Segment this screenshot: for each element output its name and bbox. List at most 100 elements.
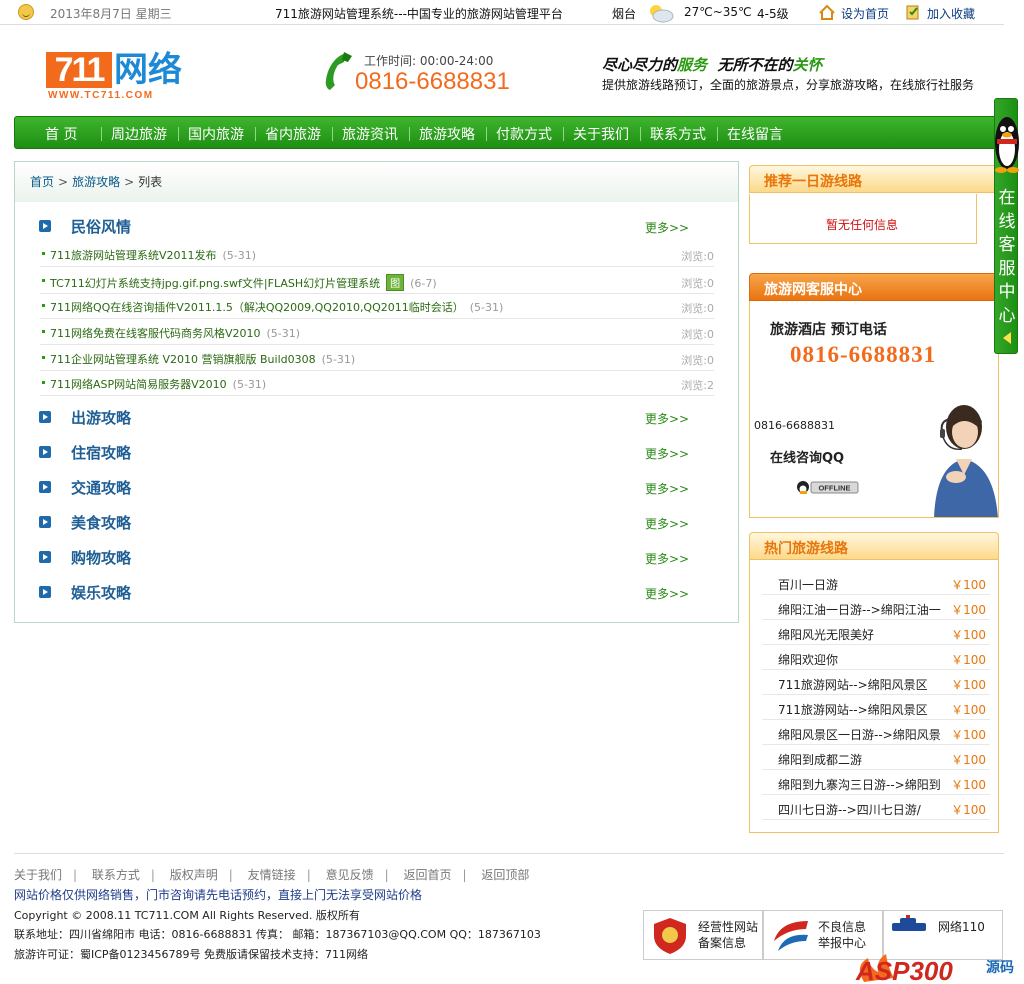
category-bullet-icon [39, 516, 51, 528]
footer-link-about[interactable]: 关于我们 [14, 868, 62, 882]
hot-routes-list: 百川一日游 ￥100 绵阳江油一日游-->绵阳江油一 ￥100 绵阳风光无限美好 ￥1… [749, 560, 999, 833]
online-service-text: 在线客服中心 [998, 188, 1016, 326]
category-header: 交通攻略 更多>> [37, 477, 697, 499]
collapse-arrow-icon[interactable] [1003, 332, 1011, 344]
category-title[interactable]: 交通攻略 [71, 477, 131, 498]
footer-link-home[interactable]: 返回首页 [403, 868, 451, 882]
nav-item-payment[interactable]: 付款方式 [496, 124, 552, 144]
article-views: 浏览:0 [681, 277, 714, 290]
category-title[interactable]: 娱乐攻略 [71, 582, 131, 603]
nav-divider [101, 127, 102, 141]
route-price: ￥100 [951, 603, 986, 617]
nav-item-contact[interactable]: 联系方式 [650, 124, 706, 144]
header-subtagline: 提供旅游线路预订，全面的旅游景点，分享旅游攻略，在线旅行社服务 [602, 78, 975, 92]
empty-message: 暂无任何信息 [826, 218, 899, 232]
site-logo[interactable]: 711 网络 WWW.TC711.COM [46, 50, 196, 102]
category-title[interactable]: 民俗风情 [71, 216, 131, 237]
article-views: 浏览:0 [681, 354, 714, 367]
nav-divider [640, 127, 641, 141]
nav-item-province-travel[interactable]: 省内旅游 [265, 124, 321, 144]
route-price: ￥100 [951, 803, 986, 817]
add-favorite-link[interactable]: 加入收藏 [927, 5, 975, 22]
category-header: 出游攻略 更多>> [37, 407, 697, 429]
article-views: 浏览:0 [681, 302, 714, 315]
route-price: ￥100 [951, 703, 986, 717]
nav-divider [563, 127, 564, 141]
article-row: 711旅游网站管理系统V2011发布 (5-31) 浏览:0 [40, 242, 714, 267]
article-list-panel: 首页 > 旅游攻略 > 列表 民俗风情 更多>> 711旅游网站管理系统V2011发布(… [14, 161, 739, 623]
qq-penguin-icon [995, 117, 1019, 173]
footer-link-copyright[interactable]: 版权声明 [170, 868, 218, 882]
set-home-link[interactable]: 设为首页 [841, 5, 889, 22]
icp-record-badge[interactable]: 经营性网站 备案信息 [643, 910, 763, 960]
nav-item-travel-news[interactable]: 旅游资讯 [342, 124, 398, 144]
more-link[interactable]: 更多>> [645, 219, 689, 236]
more-link[interactable]: 更多>> [645, 410, 689, 427]
route-name[interactable]: 711旅游网站-->绵阳风景区 [778, 701, 944, 718]
route-name[interactable]: 四川七日游-->四川七日游/ [778, 801, 944, 818]
footer-link-friends[interactable]: 友情链接 [248, 868, 296, 882]
article-row: 711网络ASP网站简易服务器V2010 (5-31) 浏览:2 [40, 371, 714, 396]
more-link[interactable]: 更多>> [645, 585, 689, 602]
article-views: 浏览:0 [681, 250, 714, 263]
route-name[interactable]: 绵阳江油一日游-->绵阳江油一 [778, 601, 944, 618]
more-link[interactable]: 更多>> [645, 550, 689, 567]
nav-item-nearby-travel[interactable]: 周边旅游 [111, 124, 167, 144]
route-name[interactable]: 绵阳到成都二游 [778, 751, 944, 768]
nav-item-travel-guides[interactable]: 旅游攻略 [419, 124, 475, 144]
article-title[interactable]: 711企业网站管理系统 V2010 营销旗舰版 Build0308 [50, 353, 316, 366]
booking-label: 旅游酒店 预订电话 [770, 322, 887, 338]
phone-icon [325, 52, 352, 90]
more-link[interactable]: 更多>> [645, 480, 689, 497]
category-title[interactable]: 住宿攻略 [71, 442, 131, 463]
qq-offline-button[interactable]: OFFLINE [796, 479, 860, 495]
article-views: 浏览:2 [681, 379, 714, 392]
nav-item-about[interactable]: 关于我们 [573, 124, 629, 144]
article-title[interactable]: 711旅游网站管理系统V2011发布 [50, 249, 217, 262]
smile-icon [18, 4, 34, 20]
more-link[interactable]: 更多>> [645, 515, 689, 532]
article-date: (5-31) [469, 301, 504, 314]
article-title[interactable]: TC711幻灯片系统支持jpg.gif.png.swf文件|FLASH幻灯片管理… [50, 277, 380, 290]
category-title[interactable]: 购物攻略 [71, 547, 131, 568]
article-date: (5-31) [266, 327, 301, 340]
route-name[interactable]: 百川一日游 [778, 576, 944, 593]
category-title[interactable]: 美食攻略 [71, 512, 131, 533]
breadcrumb-section[interactable]: 旅游攻略 [72, 175, 120, 189]
asp300-logo-text: ASP300 [855, 956, 953, 984]
article-title[interactable]: 711网络QQ在线咨询插件V2011.1.5（解决QQ2009,QQ2010,Q… [50, 301, 464, 314]
breadcrumb-bar: 首页 > 旅游攻略 > 列表 [15, 162, 738, 202]
route-price: ￥100 [951, 653, 986, 667]
online-service-tab[interactable]: 在线客服中心 [994, 98, 1019, 354]
route-name[interactable]: 711旅游网站-->绵阳风景区 [778, 676, 944, 693]
route-name[interactable]: 绵阳欢迎你 [778, 651, 944, 668]
nav-item-home[interactable]: 首 页 [45, 124, 77, 144]
breadcrumb-home[interactable]: 首页 [30, 175, 54, 189]
article-title[interactable]: 711网络免费在线客服代码商务风格V2010 [50, 327, 261, 340]
route-name[interactable]: 绵阳到九寨沟三日游-->绵阳到 [778, 776, 944, 793]
list-item: 四川七日游-->四川七日游/ ￥100 [762, 795, 990, 820]
list-bullet-icon [42, 304, 45, 307]
qq-status-text: OFFLINE [818, 484, 850, 493]
more-link[interactable]: 更多>> [645, 445, 689, 462]
article-title[interactable]: 711网络ASP网站简易服务器V2010 [50, 378, 227, 391]
breadcrumb: 首页 > 旅游攻略 > 列表 [30, 173, 162, 190]
nav-divider [717, 127, 718, 141]
article-row: TC711幻灯片系统支持jpg.gif.png.swf文件|FLASH幻灯片管理… [40, 269, 714, 294]
category-title[interactable]: 出游攻略 [71, 407, 131, 428]
image-badge-icon: 图 [386, 274, 405, 291]
nav-item-domestic-travel[interactable]: 国内旅游 [188, 124, 244, 144]
logo-name: 网络 [114, 50, 182, 90]
list-bullet-icon [42, 279, 45, 282]
list-item: 绵阳到九寨沟三日游-->绵阳到 ￥100 [762, 770, 990, 795]
footer-separator: | [306, 868, 311, 882]
footer-link-top[interactable]: 返回顶部 [481, 868, 529, 882]
footer-link-contact[interactable]: 联系方式 [92, 868, 140, 882]
route-name[interactable]: 绵阳风光无限美好 [778, 626, 944, 643]
route-name[interactable]: 绵阳风景区一日游-->绵阳风景 [778, 726, 944, 743]
recommend-header: 推荐一日游线路 [749, 165, 999, 193]
footer-links: 关于我们 | 联系方式 | 版权声明 | 友情链接 | 意见反馈 | 返回首页 | 返回顶部 [14, 866, 529, 883]
nav-item-guestbook[interactable]: 在线留言 [727, 124, 783, 144]
tagline-part-b: 服务 [677, 56, 708, 74]
footer-link-feedback[interactable]: 意见反馈 [326, 868, 374, 882]
